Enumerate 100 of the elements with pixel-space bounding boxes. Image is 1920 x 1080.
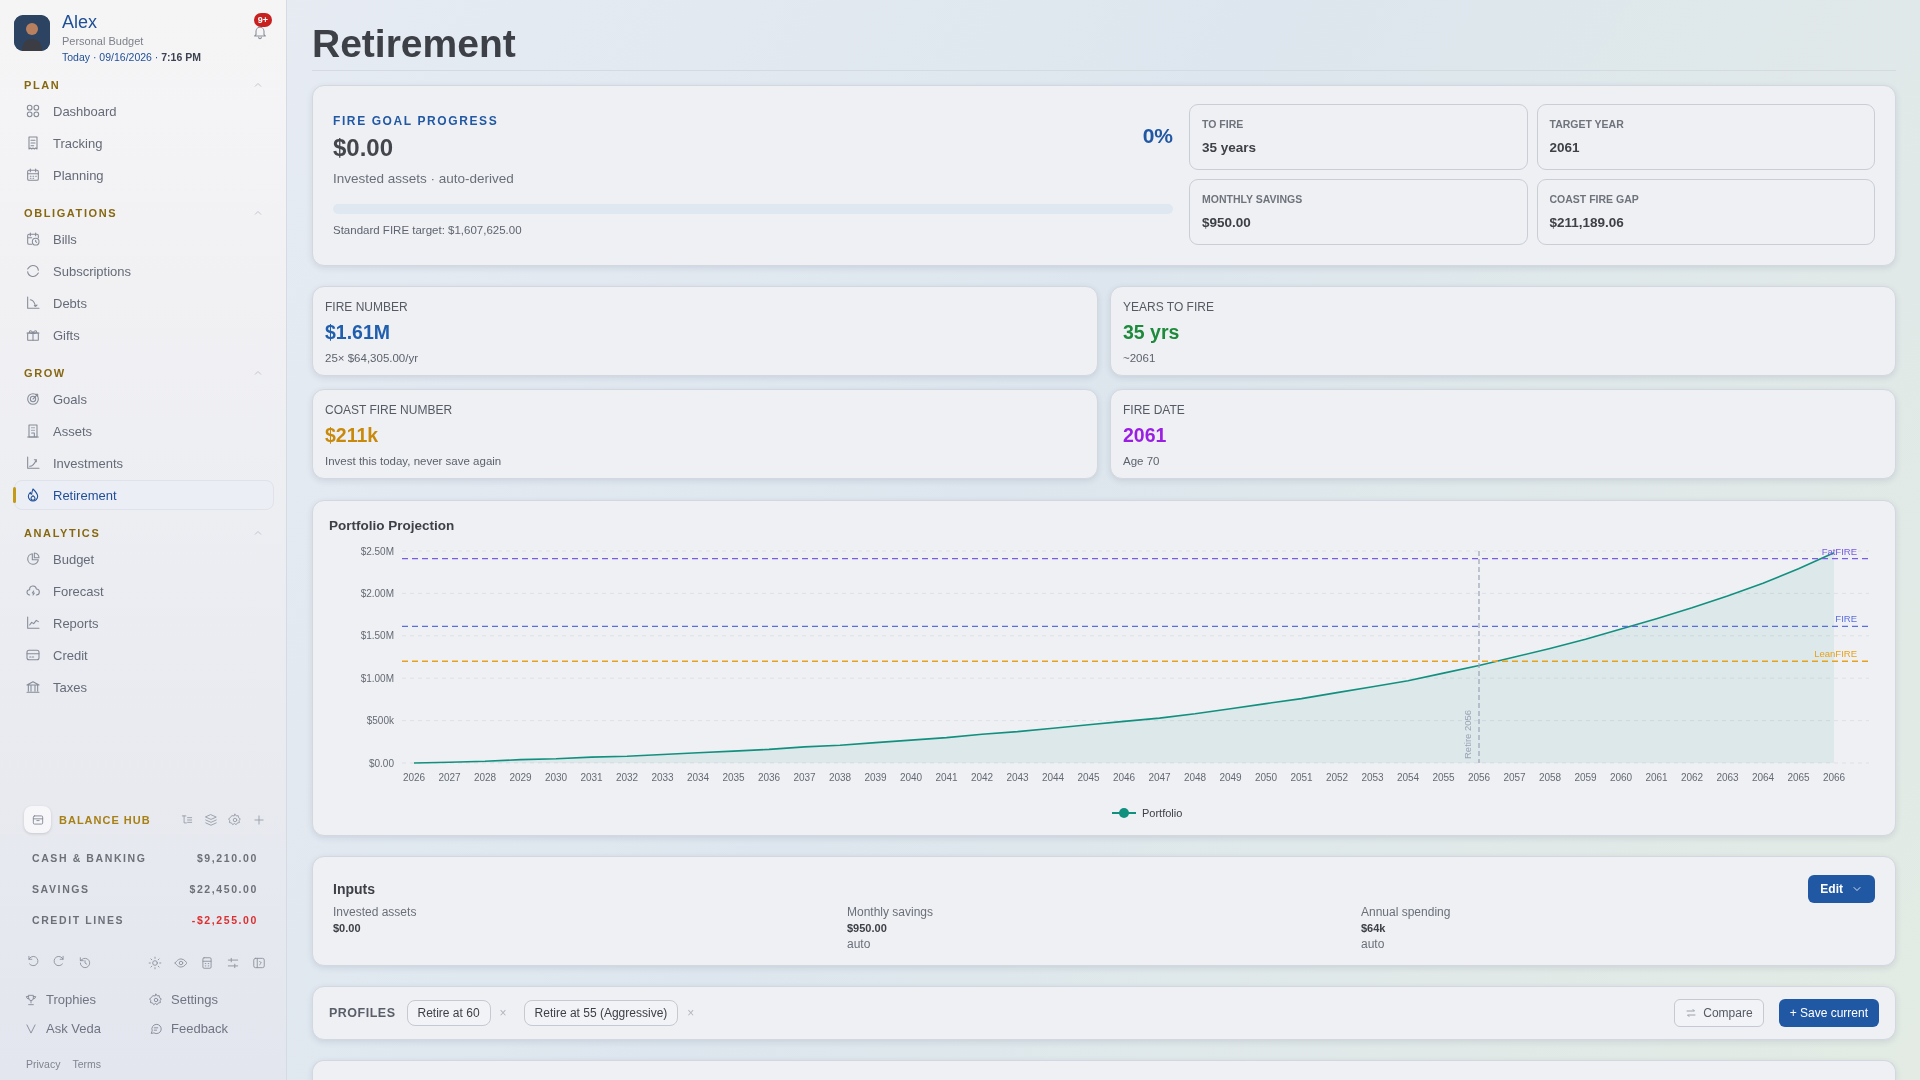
axis-label: $1.00M (360, 672, 394, 684)
nav-item[interactable]: Credit (14, 640, 274, 670)
flame-icon[interactable] (25, 487, 41, 503)
credit-card-icon[interactable] (25, 647, 41, 663)
nav-item[interactable]: Budget (14, 544, 274, 574)
calculator-icon[interactable] (200, 956, 214, 970)
undo-icon[interactable] (26, 954, 40, 968)
date-time: Today · 09/16/2026 · 7:16 PM (62, 51, 201, 63)
nav-item[interactable]: Dashboard (14, 96, 274, 126)
goal-amount: $0.00 (333, 134, 395, 162)
nav-item[interactable]: Planning (14, 160, 274, 190)
reference-label: FatFIRE (1821, 545, 1857, 557)
nav-item[interactable]: Forecast (14, 576, 274, 606)
axis-label: 2046 (1112, 772, 1136, 783)
nav-item[interactable]: Retirement (14, 480, 274, 510)
sidebar-icon[interactable] (252, 956, 266, 970)
receipt-icon[interactable] (25, 135, 41, 151)
list-icon[interactable] (180, 812, 194, 827)
save-button[interactable]: + Save current (1778, 999, 1879, 1027)
trophy-icon[interactable] (24, 992, 38, 1007)
nav-item[interactable]: Bills (14, 224, 274, 254)
wallet-button[interactable] (24, 806, 51, 833)
sliders-icon[interactable] (226, 956, 240, 970)
account-balance: $9,210.00 (196, 852, 258, 864)
account-balance: -$2,255.00 (191, 914, 258, 926)
stat-value: $950.00 (1202, 215, 1252, 230)
axis-label: 2041 (935, 772, 958, 783)
axis-label: 2055 (1432, 772, 1455, 783)
nav-item[interactable]: Debts (14, 288, 274, 318)
nav-item[interactable]: Taxes (14, 672, 274, 702)
wallet-icon[interactable] (30, 812, 45, 827)
chart-up-icon[interactable] (25, 455, 41, 471)
nav-item[interactable]: Reports (14, 608, 274, 638)
profile-chip[interactable]: Retire at 60 (406, 1000, 491, 1026)
settings-icon[interactable] (149, 992, 163, 1007)
metric-note: ~2061 (1123, 352, 1157, 364)
metric-value: $1.61M (325, 321, 392, 344)
axis-label: 2051 (1290, 772, 1313, 783)
layers-icon[interactable] (204, 812, 218, 827)
nav-item[interactable]: Subscriptions (14, 256, 274, 286)
history-icon[interactable] (78, 956, 92, 970)
cloud-icon[interactable] (25, 583, 41, 599)
axis-label: 2056 (1467, 772, 1491, 783)
metric-value: 2061 (1123, 424, 1168, 447)
chat-icon[interactable] (149, 1021, 163, 1036)
marker-label: Retire 2056 (1462, 709, 1473, 759)
eye-icon[interactable] (174, 956, 188, 970)
edit-button[interactable]: Edit (1808, 875, 1875, 903)
axis-label: 2038 (828, 772, 852, 783)
redo-icon[interactable] (52, 954, 66, 968)
account-label: CASH & BANKING (32, 852, 147, 864)
notification-badge: 9+ (253, 13, 272, 27)
calendar-clock-icon[interactable] (25, 231, 41, 247)
avatar[interactable] (14, 15, 50, 51)
metric-note: 25× $64,305.00/yr (325, 352, 420, 364)
axis-label: 2030 (544, 772, 568, 783)
nav-item[interactable]: Investments (14, 448, 274, 478)
axis-label: 2027 (438, 772, 461, 783)
section-label: ANALYTICS (24, 527, 101, 539)
legal-link[interactable]: Terms (72, 1058, 102, 1070)
input-label: Invested assets (333, 905, 418, 919)
refresh-icon[interactable] (25, 263, 41, 279)
swap-icon[interactable] (1685, 1007, 1698, 1019)
bell-icon[interactable] (252, 24, 268, 40)
v-mark-icon[interactable] (24, 1021, 38, 1036)
settings-icon[interactable] (228, 812, 242, 827)
footer-link[interactable]: Settings (149, 992, 274, 1007)
user-name: Alex (62, 12, 98, 32)
nav-item[interactable]: Gifts (14, 320, 274, 350)
axis-label: 2054 (1396, 772, 1420, 783)
axis-label: 2047 (1148, 772, 1171, 783)
nav-item[interactable]: Tracking (14, 128, 274, 158)
line-chart-icon[interactable] (25, 615, 41, 631)
grid-icon[interactable] (25, 103, 41, 119)
axis-label: 2060 (1609, 772, 1633, 783)
card-title: Inputs (333, 881, 375, 897)
footer-link[interactable]: Ask Veda (24, 1021, 149, 1036)
nav-item[interactable]: Assets (14, 416, 274, 446)
legend-label[interactable]: Portfolio (1142, 807, 1183, 819)
footer-link[interactable]: Feedback (149, 1021, 274, 1036)
metric-note: Age 70 (1123, 455, 1161, 467)
gift-icon[interactable] (25, 327, 41, 343)
legal-link[interactable]: Privacy (26, 1058, 61, 1070)
nav-item[interactable]: Goals (14, 384, 274, 414)
footer-link[interactable]: Trophies (24, 992, 149, 1007)
input-note: auto (1361, 937, 1386, 951)
axis-label: 2028 (473, 772, 497, 783)
axis-label: 2033 (651, 772, 674, 783)
bank-icon[interactable] (25, 679, 41, 695)
plus-icon[interactable] (252, 812, 266, 827)
target-icon[interactable] (25, 391, 41, 407)
compare-button[interactable]: Compare (1674, 999, 1764, 1027)
axis-label: 2036 (757, 772, 781, 783)
profile-chip[interactable]: Retire at 55 (Aggressive) (523, 1000, 679, 1026)
building-icon[interactable] (25, 423, 41, 439)
calendar-icon[interactable] (25, 167, 41, 183)
chart-down-icon[interactable] (25, 295, 41, 311)
sun-icon[interactable] (148, 956, 162, 970)
axis-label: $2.00M (360, 587, 394, 599)
pie-chart-icon[interactable] (25, 551, 41, 567)
